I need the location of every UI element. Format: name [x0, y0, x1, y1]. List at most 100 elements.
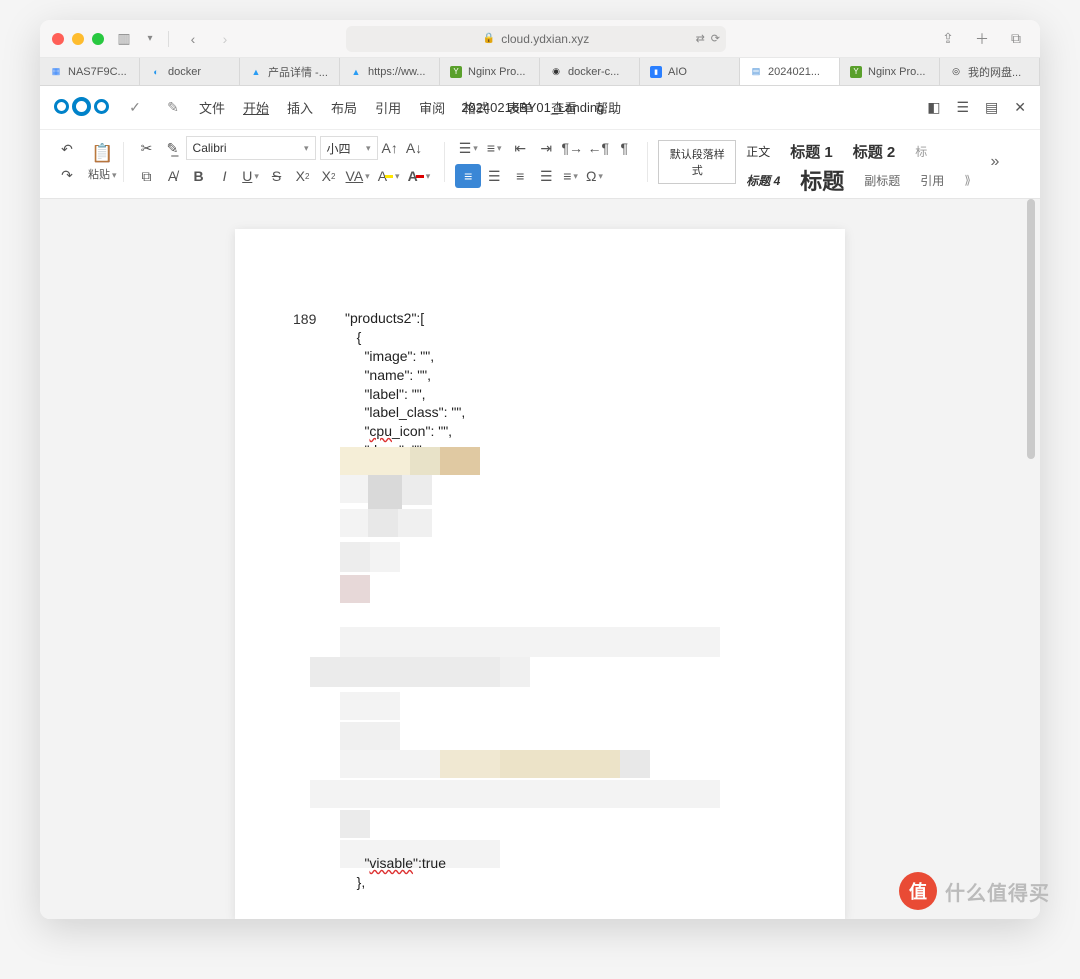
subscript-icon[interactable]: X2	[290, 164, 316, 188]
bold-icon[interactable]: B	[186, 164, 212, 188]
paste-button[interactable]: 粘贴▾	[88, 166, 117, 182]
char-style-icon[interactable]: VA▾	[342, 164, 374, 188]
scrollbar-thumb[interactable]	[1027, 199, 1035, 459]
code-block-end: "visable":true },	[345, 854, 446, 892]
lock-icon: 🔒	[483, 33, 495, 44]
undo-icon[interactable]: ↶	[54, 137, 80, 161]
style-gallery: 默认段落样式 正文 标题 1 标题 2 标 标题 4 标题 副标题 引用 ⟫	[658, 140, 981, 184]
reload-icon[interactable]: ⟳	[711, 32, 720, 45]
list-icon[interactable]: ☰	[956, 99, 969, 116]
browser-tab[interactable]: ◐docker	[140, 58, 240, 85]
style-body[interactable]: 正文	[736, 140, 780, 163]
redo-icon[interactable]: ↷	[54, 163, 80, 187]
style-quote[interactable]: 引用	[910, 163, 954, 197]
sidebar-toggle-icon[interactable]: ▥	[112, 27, 136, 51]
style-heading1[interactable]: 标题 1	[780, 140, 843, 163]
style-default[interactable]: 默认段落样式	[658, 140, 736, 184]
menu-references[interactable]: 引用	[375, 98, 401, 117]
url-text: cloud.ydxian.xyz	[501, 32, 589, 46]
translate-icon[interactable]: ⇄	[696, 32, 705, 45]
browser-tab[interactable]: ▤2024021...	[740, 58, 840, 85]
minimize-window-icon[interactable]	[72, 33, 84, 45]
browser-tabstrip: ▦NAS7F9C... ◐docker ▲产品详情 -... ▲https://…	[40, 58, 1040, 86]
browser-tab[interactable]: ▮AIO	[640, 58, 740, 85]
increase-indent-icon[interactable]: ⇥	[533, 136, 559, 160]
number-list-icon[interactable]: ≡▾	[481, 136, 507, 160]
share-icon[interactable]: ⇪	[936, 27, 960, 51]
document-title: 20240216BY01_Landing ...	[461, 100, 619, 115]
italic-icon[interactable]: I	[212, 164, 238, 188]
style-scroll[interactable]: ⟫	[954, 163, 981, 197]
watermark: 值 什么值得买	[899, 872, 1050, 910]
style-more[interactable]: 标	[905, 140, 937, 163]
line-spacing-icon[interactable]: ≡▾	[559, 164, 582, 188]
menu-review[interactable]: 审阅	[419, 98, 445, 117]
style-title[interactable]: 标题	[790, 163, 854, 197]
check-icon[interactable]: ✓	[123, 96, 147, 120]
browser-tab[interactable]: ◉docker-c...	[540, 58, 640, 85]
watermark-text: 什么值得买	[945, 877, 1050, 906]
align-justify-icon[interactable]: ☰	[533, 164, 559, 188]
align-center-icon[interactable]: ☰	[481, 164, 507, 188]
forward-button[interactable]: ›	[213, 27, 237, 51]
increase-font-icon[interactable]: A↑	[378, 136, 402, 160]
browser-tab[interactable]: YNginx Pro...	[440, 58, 540, 85]
format-painter-icon[interactable]: ✎̲	[160, 136, 186, 160]
window-controls	[52, 33, 104, 45]
menu-insert[interactable]: 插入	[287, 98, 313, 117]
address-bar[interactable]: 🔒 cloud.ydxian.xyz ⇄ ⟳	[346, 26, 726, 52]
font-color-icon[interactable]: A▾	[404, 164, 435, 188]
tabs-overview-icon[interactable]: ⧉	[1004, 27, 1028, 51]
edit-icon[interactable]: ✎	[161, 96, 185, 120]
menu-home[interactable]: 开始	[243, 98, 269, 117]
browser-tab[interactable]: ◎我的网盘...	[940, 58, 1040, 85]
new-tab-icon[interactable]: ＋	[970, 27, 994, 51]
style-heading4[interactable]: 标题 4	[736, 163, 790, 197]
menu-layout[interactable]: 布局	[331, 98, 357, 117]
browser-tab[interactable]: YNginx Pro...	[840, 58, 940, 85]
watermark-badge-icon: 值	[899, 872, 937, 910]
close-icon[interactable]: ✕	[1014, 99, 1026, 116]
nextcloud-logo-icon[interactable]	[54, 99, 109, 116]
superscript-icon[interactable]: X2	[316, 164, 342, 188]
clear-format-icon[interactable]: A̸	[160, 164, 186, 188]
browser-window: ▥ ▾ ‹ › 🔒 cloud.ydxian.xyz ⇄ ⟳ ⇪ ＋ ⧉ ▦NA…	[40, 20, 1040, 919]
maximize-window-icon[interactable]	[92, 33, 104, 45]
cut-icon[interactable]: ✂	[134, 136, 160, 160]
highlight-color-icon[interactable]: A▾	[374, 164, 404, 188]
panel-icon[interactable]: ▤	[985, 99, 998, 116]
sidebar-right-icon[interactable]: ◧	[927, 99, 940, 116]
decrease-font-icon[interactable]: A↓	[402, 136, 426, 160]
rtl-icon[interactable]: ←¶	[585, 136, 611, 160]
bullet-list-icon[interactable]: ☰▾	[455, 136, 481, 160]
dropdown-icon[interactable]: ▾	[144, 27, 156, 51]
code-block: "products2":[ { "image": "", "name": "",…	[345, 309, 805, 460]
back-button[interactable]: ‹	[181, 27, 205, 51]
menu-file[interactable]: 文件	[199, 98, 225, 117]
vertical-scrollbar[interactable]	[1027, 199, 1035, 919]
titlebar: ▥ ▾ ‹ › 🔒 cloud.ydxian.xyz ⇄ ⟳ ⇪ ＋ ⧉	[40, 20, 1040, 58]
close-window-icon[interactable]	[52, 33, 64, 45]
strikethrough-icon[interactable]: S	[264, 164, 290, 188]
underline-icon[interactable]: U▾	[238, 164, 264, 188]
document-canvas: 189 "products2":[ { "image": "", "name":…	[40, 199, 1040, 919]
document-page[interactable]: 189 "products2":[ { "image": "", "name":…	[235, 229, 845, 919]
style-heading2[interactable]: 标题 2	[843, 140, 906, 163]
decrease-indent-icon[interactable]: ⇤	[507, 136, 533, 160]
align-left-icon[interactable]: ≡	[455, 164, 481, 188]
redacted-region	[340, 447, 780, 887]
copy-icon[interactable]: ⧉	[134, 164, 160, 188]
align-right-icon[interactable]: ≡	[507, 164, 533, 188]
clipboard-icon[interactable]: 📋	[91, 143, 113, 164]
insert-symbol-icon[interactable]: Ω▾	[582, 164, 607, 188]
font-family-select[interactable]: Calibri▾	[186, 136, 316, 160]
ribbon-toolbar: ↶ ↷ 📋 粘贴▾ ✂ ✎̲ Calibri▾ 小四▾ A↑ A↓ ⧉ A̸ B…	[40, 130, 1040, 199]
browser-tab[interactable]: ▲产品详情 -...	[240, 58, 340, 85]
browser-tab[interactable]: ▲https://ww...	[340, 58, 440, 85]
font-size-select[interactable]: 小四▾	[320, 136, 378, 160]
browser-tab[interactable]: ▦NAS7F9C...	[40, 58, 140, 85]
toolbar-overflow-icon[interactable]: »	[985, 153, 1005, 171]
pilcrow-icon[interactable]: ¶	[611, 136, 637, 160]
ltr-icon[interactable]: ¶→	[559, 136, 585, 160]
style-subtitle[interactable]: 副标题	[854, 163, 910, 197]
